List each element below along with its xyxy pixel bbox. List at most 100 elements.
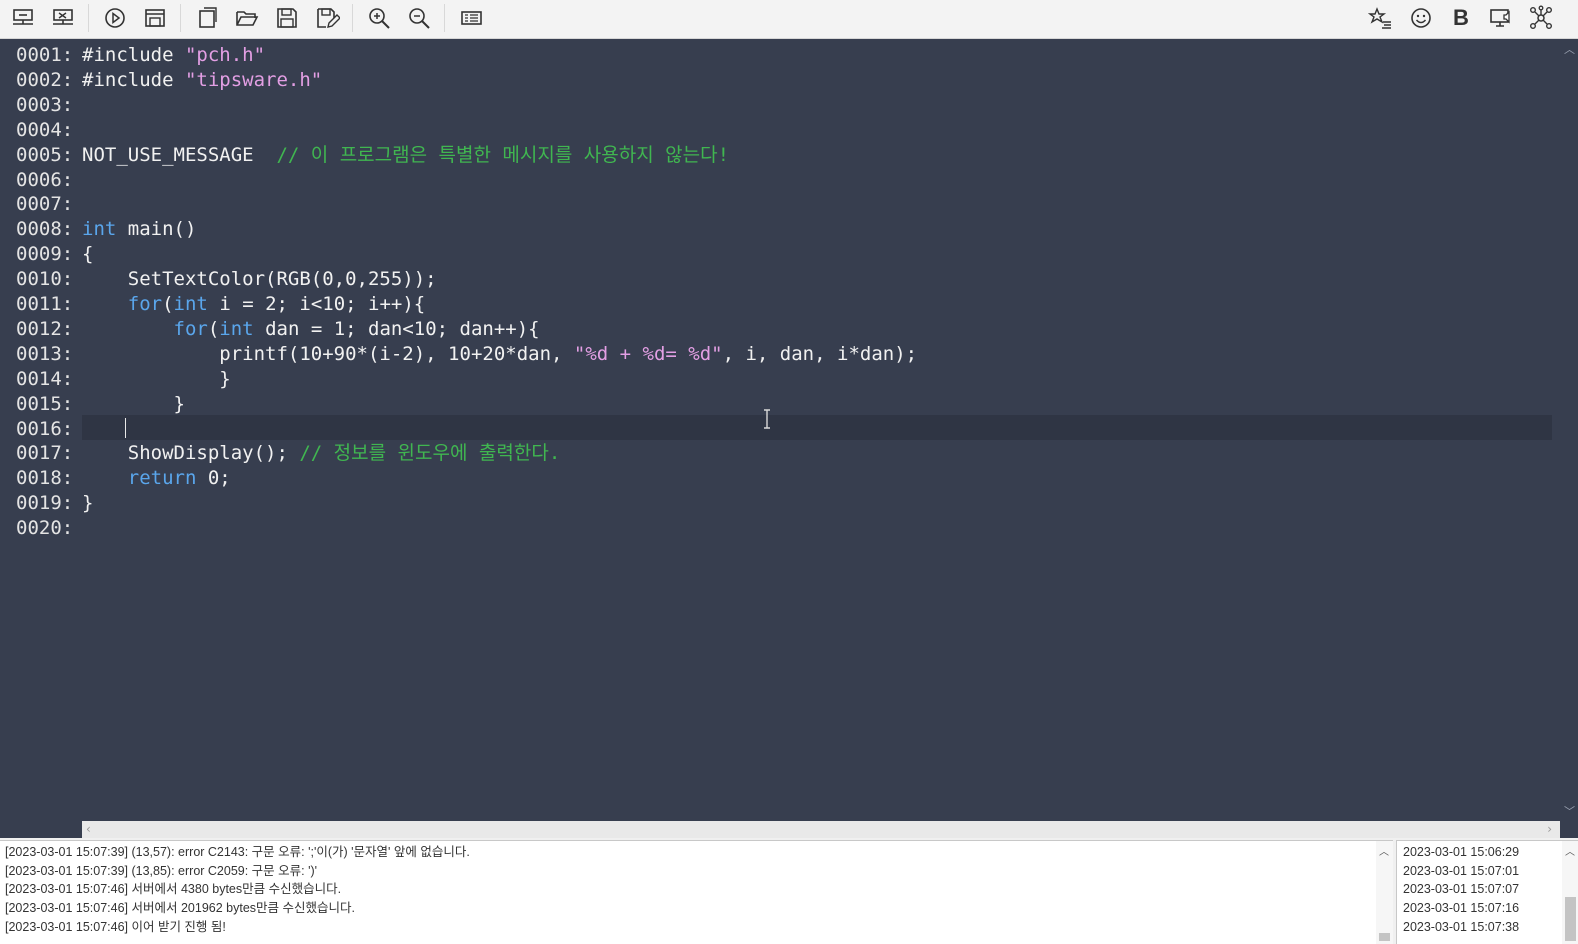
code-token: }: [219, 367, 231, 390]
code-token: int: [219, 317, 254, 340]
code-token: }: [82, 492, 94, 515]
zoom-in-button[interactable]: [362, 2, 396, 34]
code-editor[interactable]: 0001: #include "pch.h" 0002: #include "tips…: [0, 39, 1578, 838]
log-line: [2023-03-01 15:07:39] (13,85): error C20…: [5, 863, 318, 878]
code-token: printf(10+90*(i-2), 10+20*dan,: [219, 342, 574, 365]
scroll-up-icon[interactable]: ︿: [1564, 41, 1575, 57]
code-area[interactable]: 0001: #include "pch.h" 0002: #include "tips…: [0, 41, 1560, 821]
scrollbar-thumb[interactable]: [1565, 897, 1576, 941]
line-number: 0002:: [16, 68, 74, 91]
line-number: 0016:: [16, 417, 74, 440]
code-text[interactable]: ShowDisplay(); // 정보를 윈도우에 출력한다.: [82, 441, 561, 466]
code-token: ShowDisplay();: [127, 442, 300, 465]
code-text[interactable]: }: [82, 367, 231, 392]
line-number: 0005:: [16, 143, 74, 166]
disconnect-server-button[interactable]: [46, 2, 80, 34]
line-number: 0011:: [16, 293, 74, 315]
timestamp-item[interactable]: 2023-03-01 15:07:07: [1403, 880, 1519, 899]
toolbar-separator: [180, 4, 181, 32]
timestamp-panel[interactable]: 2023-03-01 15:06:29 2023-03-01 15:07:01 …: [1396, 840, 1578, 944]
code-text[interactable]: return 0;: [82, 466, 231, 491]
code-text[interactable]: #include "tipsware.h": [82, 68, 322, 93]
connect-server-button[interactable]: [6, 2, 40, 34]
output-log-panel[interactable]: [2023-03-01 15:07:39] (13,57): error C21…: [0, 840, 1393, 944]
code-token: i = 2; i<10; i++){: [207, 293, 426, 315]
code-text[interactable]: }: [82, 392, 185, 417]
new-file-button[interactable]: [190, 2, 224, 34]
toggle-panel-button[interactable]: [454, 2, 488, 34]
ibeam-cursor-icon: [764, 409, 770, 429]
timestamp-item[interactable]: 2023-03-01 15:07:38: [1403, 918, 1519, 937]
line-number: 0004:: [16, 118, 74, 141]
scrollbar-thumb[interactable]: [1379, 933, 1390, 941]
line-number: 0019:: [16, 492, 74, 515]
broadcast-button[interactable]: [1484, 2, 1518, 34]
line-number: 0012:: [16, 317, 74, 340]
floppy-disk-icon: [277, 8, 297, 28]
log-line: [2023-03-01 15:07:46] 서버에서 4380 bytes만큼 …: [5, 882, 342, 897]
code-text[interactable]: {: [82, 242, 93, 267]
line-number: 0015:: [16, 392, 74, 415]
emoji-button[interactable]: [1404, 2, 1438, 34]
log-line: [2023-03-01 15:07:46] 이어 받기 진행 됨!: [5, 919, 226, 934]
code-token: return: [127, 467, 197, 490]
scroll-up-icon[interactable]: ︿: [1565, 843, 1575, 858]
code-token: int: [82, 218, 117, 241]
code-token: , i, dan, i*dan);: [722, 342, 918, 365]
timestamp-item[interactable]: 2023-03-01 15:06:29: [1403, 843, 1519, 862]
line-number: 0018:: [16, 467, 74, 490]
code-text[interactable]: SetTextColor(RGB(0,0,255));: [82, 267, 437, 292]
line-number: 0017:: [16, 442, 74, 465]
line-number: 0010:: [16, 268, 74, 291]
run-button[interactable]: [98, 2, 132, 34]
code-token: {: [82, 243, 94, 266]
open-file-button[interactable]: [230, 2, 264, 34]
code-text[interactable]: }: [82, 491, 93, 516]
text-caret: [125, 418, 126, 438]
zoom-in-icon: [369, 8, 390, 29]
code-text[interactable]: for(int i = 2; i<10; i++){: [82, 292, 425, 317]
editor-vertical-scrollbar[interactable]: ︿ ﹀: [1560, 39, 1578, 821]
scroll-left-icon[interactable]: ‹: [86, 821, 91, 838]
open-output-window-button[interactable]: [138, 2, 172, 34]
line-number: 0007:: [16, 193, 74, 216]
timestamp-item[interactable]: 2023-03-01 15:07:01: [1403, 862, 1519, 881]
timestamp-scrollbar[interactable]: ︿: [1562, 841, 1578, 944]
editor-horizontal-scrollbar[interactable]: ‹ ›: [82, 821, 1560, 838]
line-number: 0001:: [16, 44, 74, 66]
network-button[interactable]: [1524, 2, 1558, 34]
code-text[interactable]: int main(): [82, 217, 196, 242]
scroll-up-icon[interactable]: ︿: [1379, 843, 1389, 858]
code-token: (: [207, 317, 220, 340]
zoom-out-button[interactable]: [402, 2, 436, 34]
folder-open-icon: [236, 11, 259, 26]
save-button[interactable]: [270, 2, 304, 34]
favorites-button[interactable]: [1364, 2, 1398, 34]
log-line: [2023-03-01 15:07:46] 서버에서 201962 bytes만…: [5, 901, 355, 916]
scroll-down-icon[interactable]: ﹀: [1564, 803, 1575, 819]
toolbar-separator: [444, 4, 445, 32]
timestamp-item[interactable]: 2023-03-01 15:07:16: [1403, 899, 1519, 918]
toolbar: B: [0, 0, 1578, 39]
code-text[interactable]: printf(10+90*(i-2), 10+20*dan, "%d + %d=…: [82, 342, 917, 367]
code-token: #include: [82, 44, 185, 66]
monitor-disconnect-icon: [53, 9, 73, 25]
scroll-right-icon[interactable]: ›: [1547, 821, 1552, 838]
network-icon: [1530, 5, 1553, 30]
bold-button[interactable]: B: [1444, 2, 1478, 34]
save-as-button[interactable]: [310, 2, 344, 34]
code-token: int: [173, 293, 208, 315]
code-token: }: [173, 392, 185, 415]
code-token: "tipsware.h": [184, 68, 323, 91]
code-token: "%d + %d= %d": [573, 342, 723, 365]
code-text[interactable]: #include "pch.h": [82, 43, 265, 68]
code-text[interactable]: for(int dan = 1; dan<10; dan++){: [82, 317, 540, 342]
code-text[interactable]: NOT_USE_MESSAGE // 이 프로그램은 특별한 메시지를 사용하지…: [82, 143, 729, 168]
log-scrollbar[interactable]: ︿: [1376, 841, 1393, 944]
